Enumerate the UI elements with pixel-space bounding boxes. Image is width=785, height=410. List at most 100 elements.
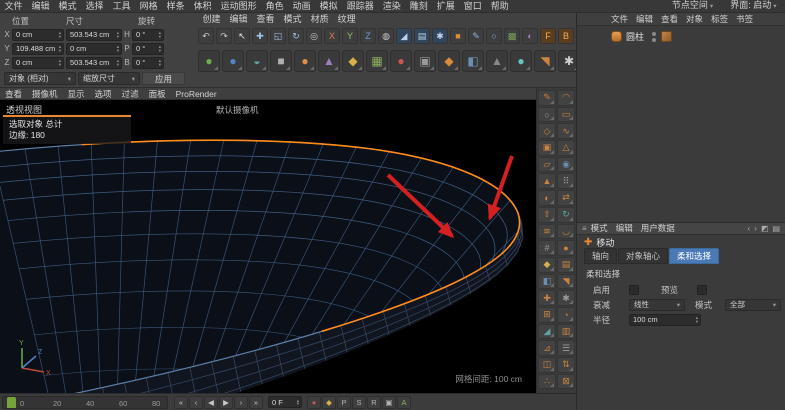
attribute-tab[interactable]: 对象轴心 [618,248,669,264]
toolbar-icon[interactable]: ↖ [234,28,250,44]
toolbar-icon[interactable]: Y [342,28,358,44]
toolbar-icon[interactable]: Z [360,28,376,44]
viewport-menu-item[interactable]: 摄像机 [27,88,63,100]
toolbar-icon[interactable]: ↻ [288,28,304,44]
main-menu-item[interactable]: 模式 [54,0,81,13]
material-menu-item[interactable]: 材质 [306,13,333,26]
viewport-menu-item[interactable]: 面板 [144,88,171,100]
modeling-tool-icon[interactable]: ✎ [538,90,556,106]
toolbar-icon[interactable]: ◆ [438,50,460,72]
main-menu-item[interactable]: 工具 [108,0,135,13]
filter-icon[interactable]: ▤ [772,224,780,233]
main-menu-item[interactable]: 角色 [261,0,288,13]
modeling-tool-icon[interactable]: ◔ [557,306,575,323]
position-y-field[interactable]: 109.488 cm ▴ ▾ [12,42,64,55]
modeling-tool-icon[interactable]: ◉ [557,156,575,173]
viewport-menu-item[interactable]: 过滤 [117,88,144,100]
spin-down-icon[interactable]: ▾ [159,48,161,53]
toolbar-icon[interactable]: ◧ [462,50,484,72]
toolbar-icon[interactable]: ● [198,50,220,72]
modeling-tool-icon[interactable]: ◥ [557,273,575,290]
history-back-icon[interactable]: ‹ [748,224,751,233]
position-x-field[interactable]: 0 cm ▴ ▾ [12,28,64,41]
record-button[interactable]: S [352,395,366,409]
mode-dropdown[interactable]: 全部 ▾ [725,298,781,311]
modeling-tool-icon[interactable]: ▥ [557,323,575,340]
toolbar-icon[interactable]: ▲ [486,50,508,72]
render-visibility-dot[interactable] [652,37,657,42]
modeling-tool-icon[interactable]: ⇄ [557,190,575,206]
toolbar-icon[interactable]: ◱ [270,28,286,44]
modeling-tool-icon[interactable]: ≋ [538,223,556,240]
current-frame-field[interactable]: 0 F ▴ ▾ [268,396,302,408]
modeling-tool-icon[interactable]: ☰ [557,340,575,356]
object-manager-menu-item[interactable]: 对象 [682,13,707,26]
toolbar-icon[interactable]: ↷ [216,28,232,44]
main-menu-item[interactable]: 编辑 [27,0,54,13]
history-forward-icon[interactable]: › [754,224,757,233]
spinner-icon[interactable]: ▴ ▾ [115,30,119,39]
enable-checkbox[interactable] [629,284,639,295]
modeling-tool-icon[interactable]: ◢ [538,323,556,340]
spin-down-icon[interactable]: ▾ [59,62,61,67]
spin-down-icon[interactable]: ▾ [159,62,161,67]
modeling-tool-icon[interactable]: ◆ [538,256,556,273]
viewport-menu-item[interactable]: 查看 [0,88,27,100]
main-menu-item[interactable]: 样条 [162,0,189,13]
modeling-tool-icon[interactable]: ✚ [538,290,556,306]
modeling-tool-icon[interactable]: ● [557,240,575,256]
playhead[interactable] [7,396,16,408]
modeling-tool-icon[interactable]: ∴ [538,373,556,390]
object-manager-menu-item[interactable]: 书签 [732,13,757,26]
modeling-tool-icon[interactable]: ○ [538,106,556,123]
main-menu-item[interactable]: 运动图形 [216,0,261,13]
main-menu-item[interactable]: 雕刻 [405,0,432,13]
object-manager-menu-item[interactable]: 标签 [707,13,732,26]
radius-field[interactable]: 100 cm ▴ ▾ [629,313,701,326]
toolbar-icon[interactable]: B [558,28,574,44]
modeling-tool-icon[interactable]: ▲ [538,173,556,190]
modeling-tool-icon[interactable]: ◡ [557,223,575,240]
spin-down-icon[interactable]: ▾ [117,62,119,67]
modeling-tool-icon[interactable]: ∿ [557,123,575,140]
main-menu-item[interactable]: 扩展 [432,0,459,13]
main-menu-item[interactable]: 文件 [0,0,27,13]
modeling-tool-icon[interactable]: ⠿ [557,173,575,190]
rotation-p-field[interactable]: 0 ° ▴ ▾ [132,42,164,55]
record-button[interactable]: ◆ [322,395,336,409]
editor-visibility-dot[interactable] [652,31,657,36]
attribute-tab[interactable]: 轴向 [584,248,618,264]
spinner-icon[interactable]: ▴ ▾ [57,58,61,67]
toolbar-icon[interactable]: ↶ [198,28,214,44]
coord-mode-dropdown[interactable]: 对象 (相对) ▾ [4,72,76,85]
rotation-b-field[interactable]: 0 ° ▴ ▾ [132,56,164,69]
record-button[interactable]: P [337,395,351,409]
object-row[interactable]: 圆柱 [611,30,673,43]
toolbar-icon[interactable]: ◥ [534,50,556,72]
modeling-tool-icon[interactable]: ⇧ [538,206,556,223]
toolbar-icon[interactable]: ▲ [318,50,340,72]
spinner-icon[interactable]: ▴ ▾ [57,44,61,53]
record-button[interactable]: ● [307,395,321,409]
spin-down-icon[interactable]: ▾ [59,48,61,53]
material-menu-item[interactable]: 编辑 [225,13,252,26]
main-menu-item[interactable]: 窗口 [459,0,486,13]
preview-checkbox[interactable] [697,284,707,295]
main-menu-item[interactable]: 帮助 [486,0,513,13]
object-manager[interactable]: 圆柱 [577,26,785,222]
transport-button[interactable]: ▶ [219,395,233,409]
size-z-field[interactable]: 503.543 cm ▴ ▾ [66,56,122,69]
toolbar-icon[interactable]: X [324,28,340,44]
toolbar-icon[interactable]: ■ [450,28,466,44]
viewport-menu-item[interactable]: 选项 [90,88,117,100]
modeling-tool-icon[interactable]: ↻ [557,206,575,223]
phong-tag-icon[interactable] [661,31,673,42]
modeling-tool-icon[interactable]: ▭ [557,106,575,123]
toolbar-icon[interactable]: ◒ [246,50,268,72]
falloff-dropdown[interactable]: 线性 ▾ [629,298,685,311]
modeling-tool-icon[interactable]: ◧ [538,273,556,290]
main-menu-item[interactable]: 体积 [189,0,216,13]
modeling-tool-icon[interactable]: ▣ [538,140,556,156]
spin-down-icon[interactable]: ▾ [117,34,119,39]
modeling-tool-icon[interactable]: ◇ [538,123,556,140]
